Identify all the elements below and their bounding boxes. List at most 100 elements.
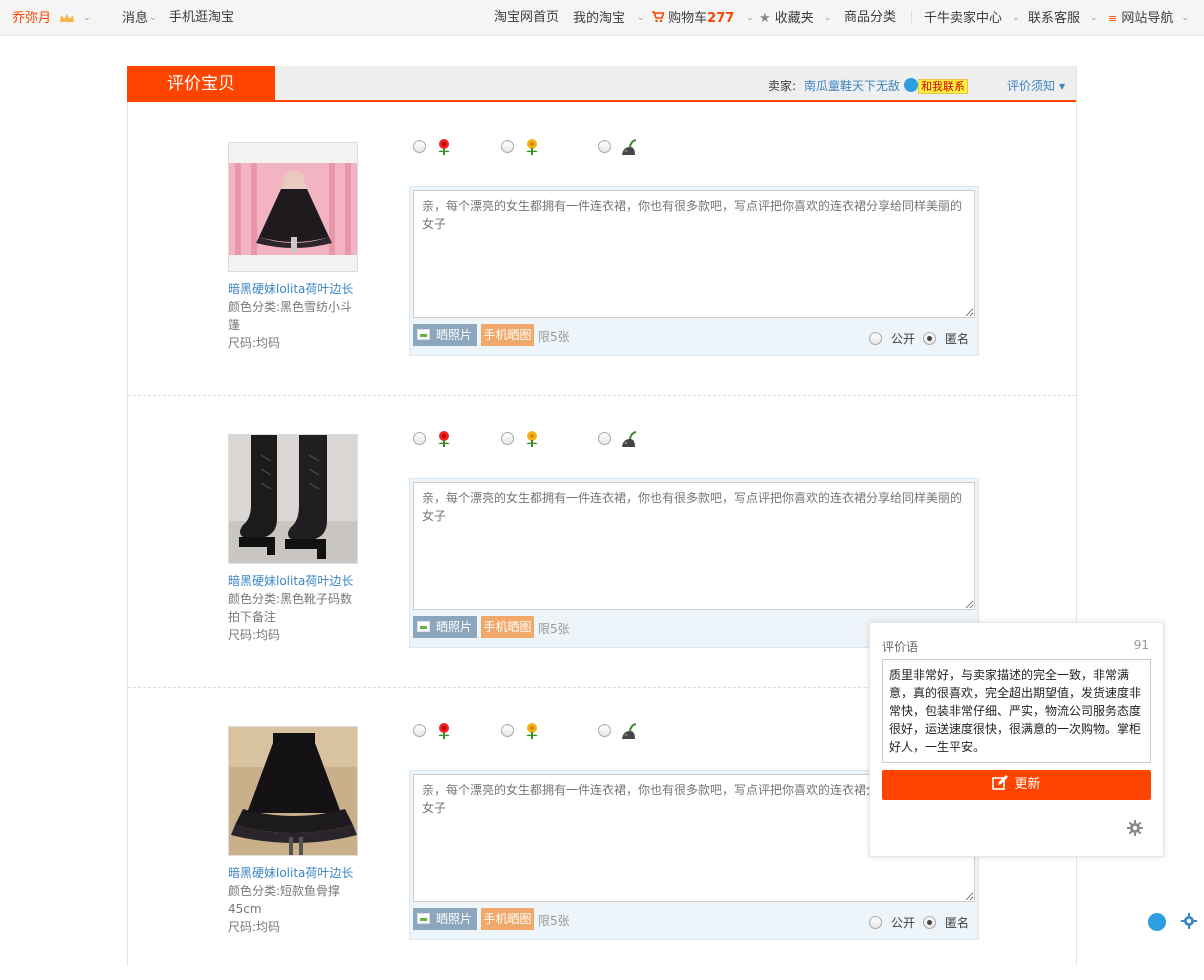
rating-bad-radio[interactable] [598, 140, 611, 153]
support-menu[interactable]: 联系客服 ⌄ [1028, 10, 1098, 26]
wangwang-icon[interactable] [904, 78, 919, 92]
review-editor: 晒照片 手机晒图 限5张 公开 匿名 [409, 186, 979, 356]
chevron-down-icon: ⌄ [823, 13, 832, 23]
photo-limit: 限5张 [538, 622, 570, 636]
neutral-flower-icon [526, 431, 538, 447]
rating-neutral-radio[interactable] [501, 140, 514, 153]
upload-photo-button[interactable]: 晒照片 [413, 324, 477, 346]
cart-menu[interactable]: 购物车277 ⌄ [652, 10, 754, 26]
seller-name-link[interactable]: 南瓜童鞋天下无敌 [804, 79, 900, 93]
update-button[interactable]: 更新 [882, 770, 1151, 800]
rating-bad-radio[interactable] [598, 432, 611, 445]
username[interactable]: 乔弥月 [12, 11, 51, 26]
messages-menu[interactable]: 消息⌄ [122, 10, 157, 26]
public-radio[interactable] [869, 916, 882, 929]
seller-center-label[interactable]: 千牛卖家中心 [924, 11, 1002, 26]
rating-good-radio[interactable] [413, 724, 426, 737]
rating-good-radio[interactable] [413, 140, 426, 153]
site-topbar: 乔弥月 ⌄ 消息⌄ 手机逛淘宝 淘宝网首页 我的淘宝 ⌄ 购物车277 ⌄ ★ 收藏… [0, 0, 1204, 36]
anonymous-label: 匿名 [945, 332, 970, 346]
photo-icon [417, 621, 430, 632]
messages-label[interactable]: 消息 [122, 11, 148, 26]
chevron-down-icon: ⌄ [83, 13, 91, 23]
upload-photo-button[interactable]: 晒照片 [413, 616, 477, 638]
bad-flower-icon [622, 139, 637, 155]
my-taobao-label[interactable]: 我的淘宝 [573, 11, 625, 26]
favorites-menu[interactable]: ★ 收藏夹 ⌄ [759, 10, 831, 26]
rating-bad-radio[interactable] [598, 724, 611, 737]
review-phrase-textarea[interactable]: 质里非常好，与卖家描述的完全一致，非常满意，真的很喜欢，完全超出期望值，发货速度… [882, 659, 1151, 763]
public-radio[interactable] [869, 332, 882, 345]
neutral-flower-icon [526, 139, 538, 155]
rating-neutral-radio[interactable] [501, 724, 514, 737]
chevron-down-icon: ⌄ [1181, 13, 1189, 23]
review-notice-menu[interactable]: 评价须知 ▼ [1007, 77, 1065, 94]
review-textarea[interactable] [413, 190, 975, 318]
user-menu[interactable]: 乔弥月 ⌄ [12, 10, 91, 26]
crown-icon [60, 14, 75, 22]
mobile-taobao-link[interactable]: 手机逛淘宝 [169, 10, 234, 26]
product-title-link[interactable]: 暗黑硬妹lolita荷叶边长 [228, 864, 368, 882]
site-nav-menu[interactable]: ≡ 网站导航 ⌄ [1108, 10, 1189, 26]
categories-link[interactable]: 商品分类 [844, 10, 896, 26]
product-color: 颜色分类:短款鱼骨撑45cm [228, 884, 341, 916]
contact-seller-button[interactable]: 和我联系 [918, 79, 969, 94]
product-image[interactable] [228, 726, 358, 856]
seller-info: 卖家: 南瓜童鞋天下无敌 和我联系 [768, 77, 969, 94]
product-size: 尺码:均码 [228, 920, 281, 934]
chevron-down-icon: ⌄ [1012, 13, 1020, 23]
seller-label: 卖家: [768, 79, 797, 93]
skirt-image [229, 727, 357, 855]
site-nav-label[interactable]: 网站导航 [1121, 11, 1173, 26]
anonymous-radio[interactable] [923, 332, 936, 345]
panel-title: 评价语 [882, 640, 919, 654]
mobile-upload-button[interactable]: 手机晒图 [481, 324, 534, 346]
mobile-upload-button[interactable]: 手机晒图 [481, 908, 534, 930]
review-item: 暗黑硬妹lolita荷叶边长 颜色分类:黑色雪纺小斗篷 尺码:均码 晒照片 手机… [128, 104, 1076, 396]
chevron-down-icon: ⌄ [637, 13, 645, 23]
review-textarea[interactable] [413, 482, 975, 610]
photo-icon [417, 913, 430, 924]
rating-neutral-radio[interactable] [501, 432, 514, 445]
review-notice-label[interactable]: 评价须知 [1007, 79, 1055, 93]
seller-center-menu[interactable]: 千牛卖家中心 ⌄ [924, 10, 1020, 26]
favorites-label[interactable]: 收藏夹 [775, 11, 814, 26]
product-image[interactable] [228, 434, 358, 564]
product-color: 颜色分类:黑色靴子码数拍下备注 [228, 592, 353, 624]
chevron-down-icon: ⌄ [746, 13, 754, 23]
edit-icon [992, 775, 1009, 790]
mobile-upload-button[interactable]: 手机晒图 [481, 616, 534, 638]
support-label[interactable]: 联系客服 [1028, 11, 1080, 26]
photo-limit: 限5张 [538, 914, 570, 928]
product-color: 颜色分类:黑色雪纺小斗篷 [228, 300, 353, 332]
page-title: 评价宝贝 [127, 66, 275, 102]
wangwang-float-icon[interactable] [1148, 913, 1166, 931]
photo-icon [417, 329, 430, 340]
product-image[interactable] [228, 142, 358, 272]
cart-count: 277 [707, 11, 735, 26]
chevron-down-icon: ⌄ [149, 13, 157, 23]
cart-icon [652, 11, 665, 23]
cart-label[interactable]: 购物车 [668, 11, 707, 26]
public-label: 公开 [891, 332, 916, 346]
product-title-link[interactable]: 暗黑硬妹lolita荷叶边长 [228, 280, 368, 298]
cape-image [229, 143, 357, 271]
review-header: 评价宝贝 卖家: 南瓜童鞋天下无敌 和我联系 评价须知 ▼ [127, 66, 1076, 102]
my-taobao-menu[interactable]: 我的淘宝 ⌄ [573, 10, 645, 26]
boots-image [229, 435, 357, 563]
panel-count: 91 [1133, 638, 1149, 652]
product-title-link[interactable]: 暗黑硬妹lolita荷叶边长 [228, 572, 368, 590]
rating-good-radio[interactable] [413, 432, 426, 445]
upload-photo-button[interactable]: 晒照片 [413, 908, 477, 930]
star-icon: ★ [759, 11, 771, 26]
settings-float-icon[interactable] [1181, 913, 1197, 929]
home-link[interactable]: 淘宝网首页 [494, 10, 559, 26]
menu-icon: ≡ [1108, 12, 1118, 25]
bad-flower-icon [622, 723, 637, 739]
chevron-down-icon: ⌄ [1090, 13, 1098, 23]
anonymous-radio[interactable] [923, 916, 936, 929]
divider [911, 11, 912, 25]
neutral-flower-icon [526, 723, 538, 739]
upload-photo-label: 晒照片 [436, 912, 473, 926]
gear-icon[interactable] [1127, 820, 1143, 836]
